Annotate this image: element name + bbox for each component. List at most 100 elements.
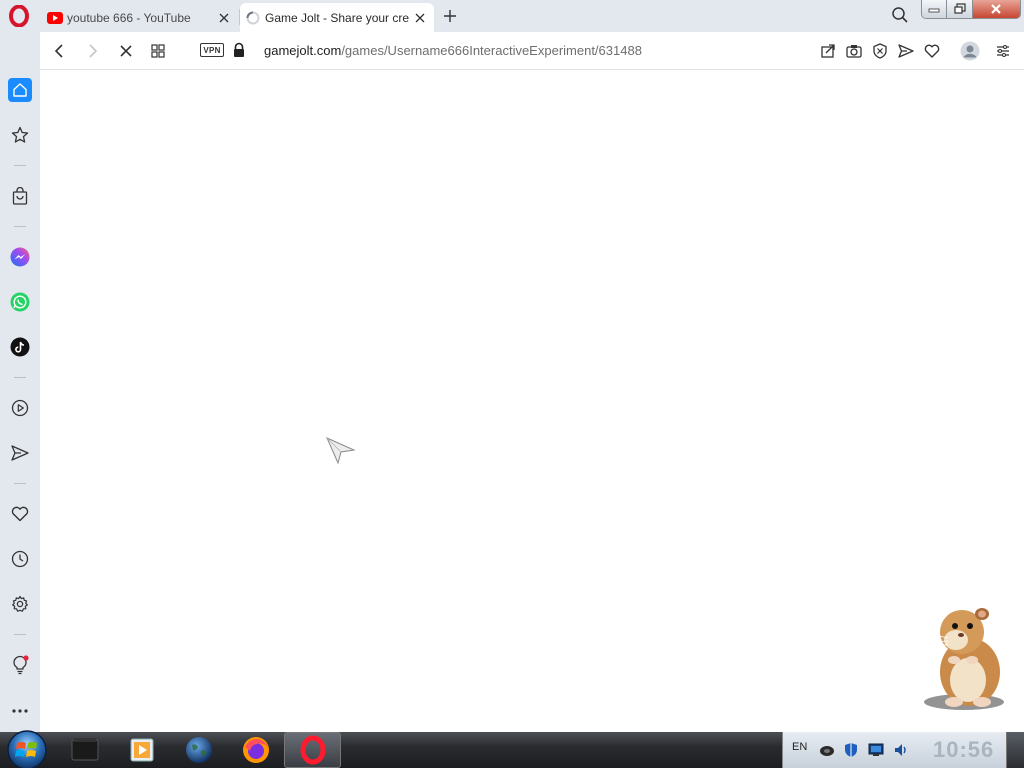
system-tray: EN 10:56 xyxy=(782,732,1006,768)
taskbar: EN 10:56 xyxy=(0,730,1024,768)
show-desktop-button[interactable] xyxy=(1006,732,1024,768)
tab-youtube[interactable]: youtube 666 - YouTube xyxy=(42,3,238,32)
url-field[interactable]: gamejolt.com/games/Username666Interactiv… xyxy=(264,43,642,58)
new-tab-plus-icon[interactable] xyxy=(440,6,460,26)
bookmarks-star-icon xyxy=(11,126,29,143)
tab-strip: youtube 666 - YouTube Game Jolt - Share … xyxy=(0,0,1024,32)
close-icon xyxy=(415,13,425,22)
sidebar-divider xyxy=(14,377,26,378)
minimize-icon xyxy=(928,8,940,13)
sliders-icon xyxy=(997,45,1009,57)
tabs-overview-button[interactable] xyxy=(148,41,168,61)
url-host: gamejolt.com xyxy=(264,43,342,58)
heart-icon xyxy=(924,44,940,58)
language-indicator[interactable]: EN xyxy=(792,741,807,753)
volume-icon[interactable] xyxy=(893,742,909,758)
more-icon xyxy=(12,709,28,713)
chevron-right-icon xyxy=(89,44,98,58)
minimize-button[interactable] xyxy=(922,0,948,18)
tiktok-icon xyxy=(10,337,30,357)
sidebar-item-pinboards[interactable] xyxy=(8,502,32,526)
firefox-icon xyxy=(242,737,269,763)
heart-icon xyxy=(11,506,29,522)
page-content[interactable] xyxy=(40,70,1024,732)
send-icon xyxy=(898,44,914,58)
tips-bulb-icon xyxy=(13,655,29,675)
mouse-cursor-icon xyxy=(326,437,356,464)
sidebar-more-button[interactable] xyxy=(8,699,32,723)
profile-button[interactable] xyxy=(960,41,980,61)
ad-blocker-button[interactable] xyxy=(870,41,890,61)
shopping-bag-icon xyxy=(12,187,28,205)
avatar-icon xyxy=(960,41,980,61)
tab-search-icon[interactable] xyxy=(890,5,910,25)
window-controls xyxy=(921,0,1021,19)
sidebar-item-history[interactable] xyxy=(8,547,32,571)
send-to-flow-button[interactable] xyxy=(896,41,916,61)
earth-globe-icon xyxy=(185,737,212,763)
back-button[interactable] xyxy=(50,41,70,61)
sidebar-divider xyxy=(14,483,26,484)
opera-menu-icon[interactable] xyxy=(8,5,30,27)
sidebar-item-flow[interactable] xyxy=(8,441,32,465)
tab-title: Game Jolt - Share your cre xyxy=(265,10,410,25)
messenger-icon xyxy=(10,247,30,267)
snapshot-button[interactable] xyxy=(844,41,864,61)
taskbar-app-terminal[interactable] xyxy=(56,732,113,768)
close-icon xyxy=(219,13,229,22)
stop-loading-button[interactable] xyxy=(116,41,136,61)
security-shield-icon[interactable] xyxy=(843,742,859,758)
sidebar-item-whatsapp[interactable] xyxy=(8,290,32,314)
sidebar-item-messenger[interactable] xyxy=(8,245,32,269)
sidebar-item-bookmarks[interactable] xyxy=(8,123,32,147)
loading-spinner-icon xyxy=(246,11,260,24)
taskbar-app-firefox[interactable] xyxy=(227,732,284,768)
sidebar-item-settings[interactable] xyxy=(8,592,32,616)
send-icon xyxy=(11,445,29,461)
screen: youtube 666 - YouTube Game Jolt - Share … xyxy=(0,0,1024,768)
vpn-badge[interactable]: VPN xyxy=(200,43,224,57)
start-orb-icon[interactable] xyxy=(4,726,50,768)
media-player-icon xyxy=(130,738,153,762)
lock-icon[interactable] xyxy=(232,42,246,58)
opera-icon xyxy=(300,735,325,765)
taskbar-apps xyxy=(56,732,341,768)
youtube-icon xyxy=(47,11,63,24)
forward-button[interactable] xyxy=(82,41,102,61)
sidebar-item-player[interactable] xyxy=(8,396,32,420)
clock[interactable]: 10:56 xyxy=(933,737,994,763)
bookmark-heart-button[interactable] xyxy=(922,41,942,61)
sidebar-item-tips[interactable] xyxy=(8,653,32,677)
sidebar xyxy=(0,32,40,732)
close-window-button[interactable] xyxy=(972,0,1020,18)
sidebar-item-tiktok[interactable] xyxy=(8,335,32,359)
home-icon xyxy=(13,83,27,97)
grid-icon xyxy=(151,44,165,58)
history-clock-icon xyxy=(11,550,29,568)
sidebar-item-shopping[interactable] xyxy=(8,184,32,208)
restore-icon xyxy=(954,3,966,14)
player-icon xyxy=(11,399,29,417)
camera-icon xyxy=(846,45,862,58)
taskbar-app-opera[interactable] xyxy=(284,732,341,768)
headset-icon[interactable] xyxy=(819,742,835,758)
easy-setup-button[interactable] xyxy=(993,41,1013,61)
sidebar-item-home[interactable] xyxy=(8,78,32,102)
tab-gamejolt[interactable]: Game Jolt - Share your cre xyxy=(240,3,434,32)
close-icon xyxy=(120,45,132,57)
taskbar-app-globe[interactable] xyxy=(170,732,227,768)
tab-title: youtube 666 - YouTube xyxy=(67,10,191,25)
tab-close-button[interactable] xyxy=(214,8,234,28)
address-bar: VPN gamejolt.com/games/Username666Intera… xyxy=(40,32,1024,70)
hamster-desktop-pet-icon xyxy=(924,608,1004,710)
share-button[interactable] xyxy=(818,41,838,61)
share-icon xyxy=(821,44,835,58)
restore-button[interactable] xyxy=(947,0,973,18)
url-path: /games/Username666InteractiveExperiment/… xyxy=(341,43,642,58)
chevron-left-icon xyxy=(54,44,63,58)
sidebar-divider xyxy=(14,226,26,227)
whatsapp-icon xyxy=(10,292,30,312)
tab-close-button[interactable] xyxy=(410,8,430,28)
taskbar-app-media-player[interactable] xyxy=(113,732,170,768)
network-monitor-icon[interactable] xyxy=(868,742,884,758)
